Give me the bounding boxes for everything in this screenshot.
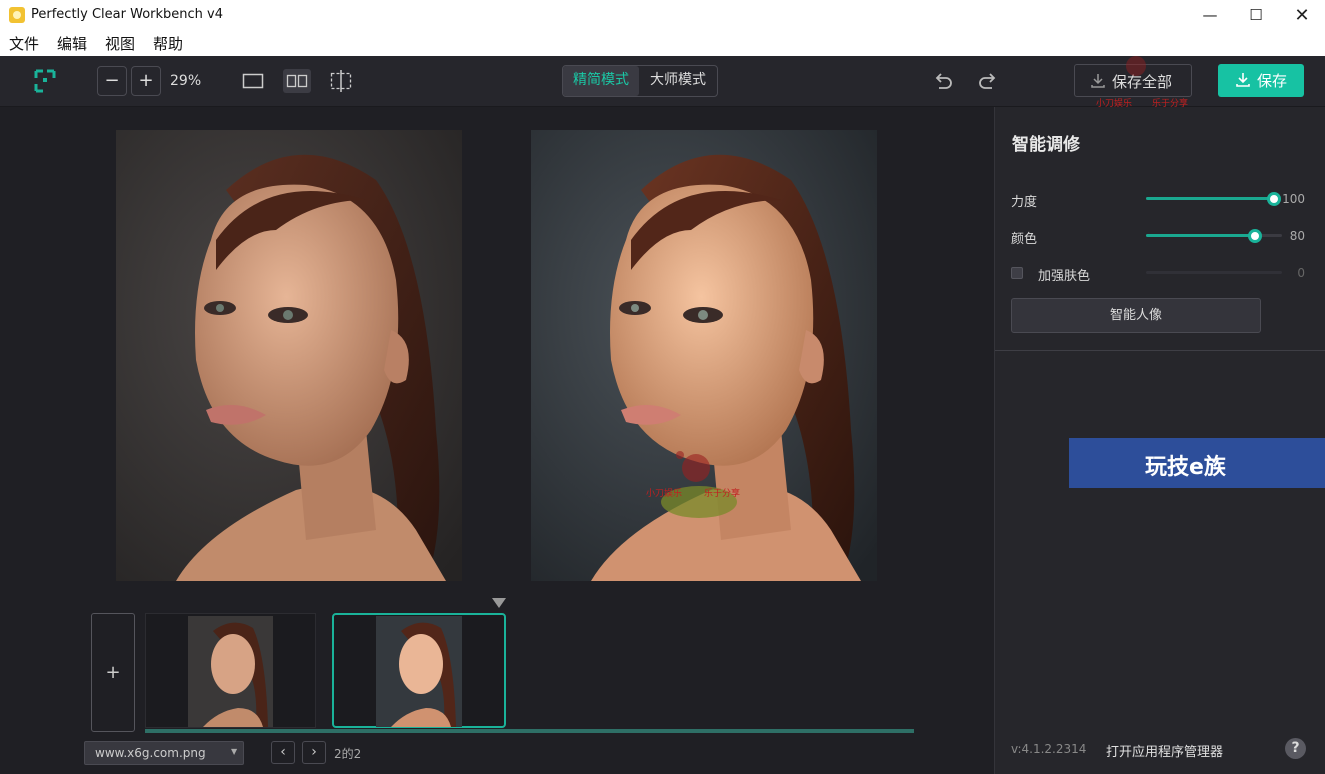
thumbnail-image — [376, 616, 462, 727]
download-icon — [1236, 73, 1250, 87]
prev-page-button[interactable]: ‹ — [271, 741, 295, 764]
smart-portrait-button[interactable]: 智能人像 — [1011, 298, 1261, 333]
panel-divider — [995, 350, 1325, 351]
slider-fill — [1146, 197, 1274, 200]
skin-tone-checkbox[interactable] — [1011, 267, 1023, 279]
strength-value: 100 — [1282, 192, 1305, 206]
chevron-down-icon: ▼ — [231, 747, 238, 756]
menu-view[interactable]: 视图 — [105, 33, 135, 54]
before-image[interactable] — [116, 130, 462, 581]
app-icon — [9, 7, 25, 23]
ad-banner-text: 玩技e族 — [1145, 455, 1226, 480]
color-slider[interactable] — [1146, 228, 1282, 244]
skin-tone-slider[interactable] — [1146, 271, 1282, 274]
close-button[interactable]: ✕ — [1279, 0, 1325, 31]
splash-icon — [661, 451, 737, 518]
maximize-button[interactable]: ☐ — [1233, 0, 1279, 31]
zoom-in-button[interactable]: + — [131, 66, 161, 96]
app-manager-link[interactable]: 打开应用程序管理器 — [1106, 741, 1223, 760]
mode-master-tab[interactable]: 大师模式 — [640, 66, 716, 96]
strength-slider[interactable] — [1146, 191, 1281, 207]
next-page-button[interactable]: › — [302, 741, 326, 764]
color-value: 80 — [1289, 229, 1305, 243]
watermark-text-left: 小刀娱乐 — [646, 489, 683, 499]
menu-help[interactable]: 帮助 — [153, 33, 183, 54]
save-label: 保存 — [1257, 72, 1288, 90]
minimize-button[interactable]: — — [1187, 0, 1233, 31]
portrait-before — [116, 130, 462, 581]
filmstrip-scrollbar[interactable] — [145, 729, 914, 733]
title-bar: Perfectly Clear Workbench v4 — ☐ ✕ — [0, 0, 1325, 31]
zoom-out-button[interactable]: − — [97, 66, 127, 96]
watermark-splash: 小刀娱乐 乐于分享 — [644, 440, 754, 530]
crop-logo-icon[interactable] — [34, 69, 56, 93]
thumbnail-1[interactable] — [145, 613, 316, 728]
mode-simple-tab[interactable]: 精简模式 — [563, 66, 639, 96]
window-title: Perfectly Clear Workbench v4 — [31, 7, 223, 22]
version-text: v:4.1.2.2314 — [1011, 742, 1087, 756]
split-view-button[interactable] — [283, 69, 311, 93]
watermark-text-right: 乐于分享 — [704, 489, 741, 499]
undo-icon[interactable] — [932, 70, 954, 92]
split-view-icon — [286, 74, 308, 88]
ad-banner[interactable]: 玩技e族 — [1069, 438, 1325, 488]
zoom-level: 29% — [170, 73, 202, 89]
page-indicator: 2的2 — [334, 747, 362, 761]
file-select-value: www.x6g.com.png — [95, 746, 206, 760]
skin-tone-value: 0 — [1297, 266, 1305, 280]
add-image-button[interactable]: + — [91, 613, 135, 732]
single-view-icon[interactable] — [242, 72, 264, 90]
panel-title: 智能调修 — [1012, 135, 1080, 155]
current-marker-icon — [492, 598, 506, 608]
file-select[interactable]: www.x6g.com.png ▼ — [84, 741, 244, 765]
thumbnail-image — [188, 616, 273, 727]
compare-slider-icon[interactable] — [329, 69, 353, 93]
thumbnail-2-selected[interactable] — [332, 613, 506, 728]
strength-label: 力度 — [1011, 195, 1038, 210]
skin-tone-label: 加强肤色 — [1038, 269, 1091, 284]
menu-edit[interactable]: 编辑 — [57, 33, 87, 54]
help-icon[interactable]: ? — [1285, 738, 1306, 759]
redo-icon[interactable] — [977, 70, 999, 92]
save-button[interactable]: 保存 — [1218, 64, 1304, 97]
slider-handle[interactable] — [1248, 229, 1262, 243]
slider-fill — [1146, 234, 1255, 237]
menu-file[interactable]: 文件 — [9, 33, 39, 54]
color-label: 颜色 — [1011, 232, 1038, 247]
